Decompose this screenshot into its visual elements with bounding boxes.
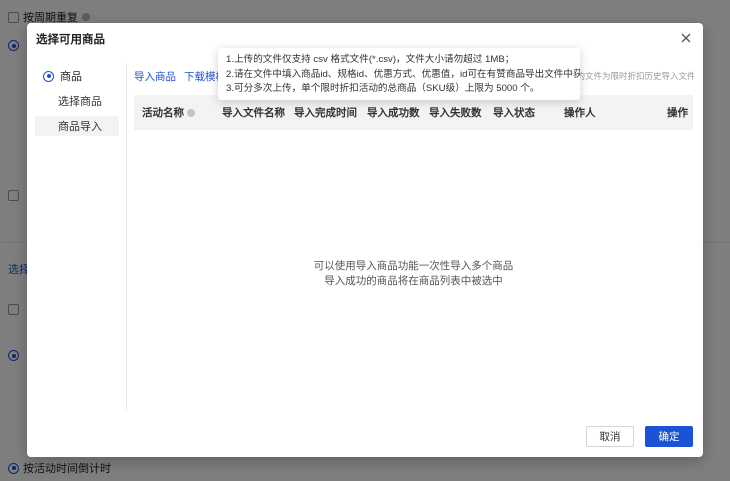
import-toolbar: 导入商品 下载模板 [134, 69, 226, 84]
import-table: 活动名称 导入文件名称 导入完成时间 导入成功数 导入失败数 导入状态 操作人 … [134, 95, 693, 130]
col-success-count: 导入成功数 [367, 107, 420, 119]
tooltip-line-1: 1.上传的文件仅支持 csv 格式文件(*.csv)，文件大小请勿超过 1MB； [226, 54, 515, 65]
nav-root-products[interactable]: 商品 [43, 68, 82, 84]
dialog-footer: 取消 确定 [586, 426, 693, 447]
empty-line-2: 导入成功的商品将在商品列表中被选中 [324, 275, 503, 287]
close-icon [681, 33, 691, 43]
left-nav: 商品 选择商品 商品导入 [35, 63, 127, 411]
empty-line-1: 可以使用导入商品功能一次性导入多个商品 [313, 260, 514, 272]
col-file-name: 导入文件名称 [222, 107, 285, 119]
table-header: 活动名称 导入文件名称 导入完成时间 导入成功数 导入失败数 导入状态 操作人 … [134, 95, 693, 130]
history-hint: 中的文件为限时折扣历史导入文件 [568, 71, 694, 81]
col-fail-count: 导入失败数 [429, 107, 482, 119]
cancel-button[interactable]: 取消 [586, 426, 634, 447]
nav-root-radio[interactable] [43, 70, 54, 82]
col-status: 导入状态 [493, 107, 535, 119]
col-actions: 操作 [667, 107, 688, 119]
confirm-button[interactable]: 确定 [645, 426, 693, 447]
nav-root-label: 商品 [60, 71, 82, 83]
nav-item-select-products[interactable]: 选择商品 [35, 91, 119, 111]
tooltip-line-2: 2.请在文件中填入商品id、规格id、优惠方式、优惠值，id可在有赞商品导出文件… [226, 68, 580, 80]
info-icon[interactable] [187, 108, 195, 117]
col-activity-name: 活动名称 [142, 95, 195, 130]
tooltip-line-3: 3.可分多次上传，单个限时折扣活动的总商品（SKU级）上限为 5000 个。 [226, 83, 540, 94]
nav-item-import-products[interactable]: 商品导入 [35, 116, 119, 136]
col-activity-name-label: 活动名称 [142, 107, 184, 119]
import-products-link[interactable]: 导入商品 [134, 69, 176, 84]
template-tooltip: 1.上传的文件仅支持 csv 格式文件(*.csv)，文件大小请勿超过 1MB；… [218, 48, 580, 100]
col-finish-time: 导入完成时间 [294, 107, 357, 119]
empty-state: 可以使用导入商品功能一次性导入多个商品 导入成功的商品将在商品列表中被选中 [134, 259, 693, 289]
close-button[interactable] [677, 29, 695, 47]
col-operator: 操作人 [564, 107, 596, 119]
